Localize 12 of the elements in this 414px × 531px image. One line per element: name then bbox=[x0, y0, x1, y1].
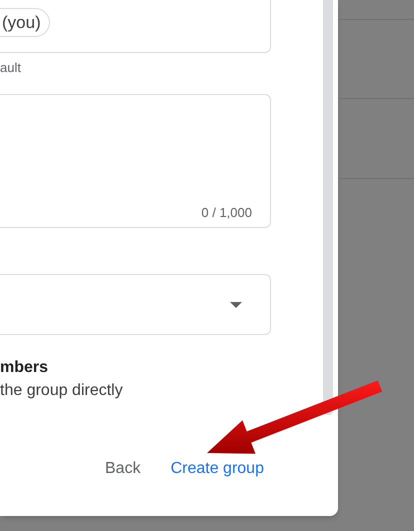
hint-text: ault bbox=[0, 60, 22, 76]
members-field[interactable]: (you) bbox=[0, 0, 271, 53]
dropdown-caret-icon bbox=[230, 302, 242, 308]
setting-title: mbers bbox=[0, 358, 50, 378]
description-field[interactable]: 0 / 1,000 bbox=[0, 94, 271, 228]
create-button[interactable]: Create group bbox=[162, 451, 272, 487]
character-counter: 0 / 1,000 bbox=[201, 204, 252, 222]
back-button[interactable]: Back bbox=[97, 451, 149, 487]
dropdown-field[interactable] bbox=[0, 274, 271, 335]
setting-description: the group directly bbox=[0, 381, 124, 401]
scrollbar-thumb[interactable] bbox=[323, 0, 333, 415]
member-chip: (you) bbox=[0, 8, 50, 37]
